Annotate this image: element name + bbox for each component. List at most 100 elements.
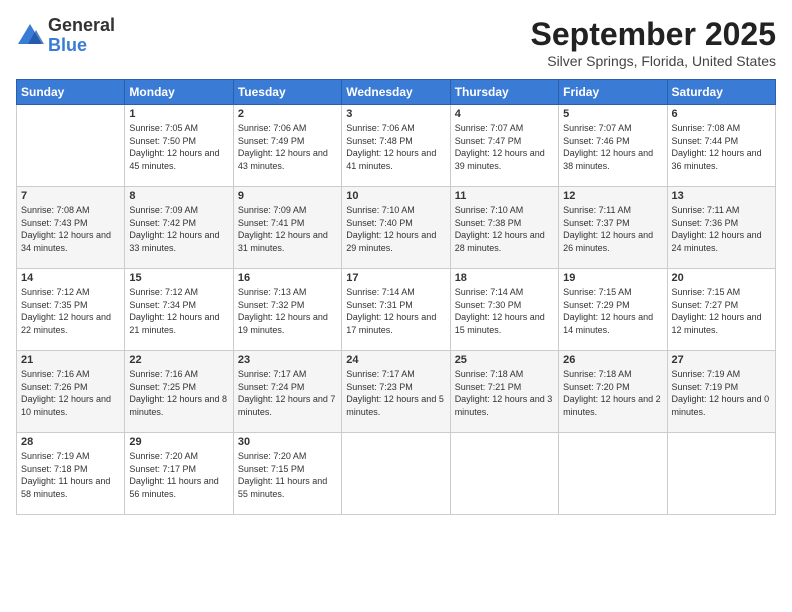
day-cell: 12 Sunrise: 7:11 AMSunset: 7:37 PMDayligh… (559, 187, 667, 269)
day-info: Sunrise: 7:06 AMSunset: 7:49 PMDaylight:… (238, 122, 337, 172)
day-info: Sunrise: 7:20 AMSunset: 7:15 PMDaylight:… (238, 450, 337, 500)
day-info: Sunrise: 7:11 AMSunset: 7:37 PMDaylight:… (563, 204, 662, 254)
day-cell: 20 Sunrise: 7:15 AMSunset: 7:27 PMDayligh… (667, 269, 775, 351)
week-row-5: 28 Sunrise: 7:19 AMSunset: 7:18 PMDayligh… (17, 433, 776, 515)
day-number: 1 (129, 108, 228, 120)
calendar-header: SundayMondayTuesdayWednesdayThursdayFrid… (17, 80, 776, 105)
day-cell: 8 Sunrise: 7:09 AMSunset: 7:42 PMDaylight… (125, 187, 233, 269)
day-number: 23 (238, 354, 337, 366)
day-info: Sunrise: 7:11 AMSunset: 7:36 PMDaylight:… (672, 204, 771, 254)
day-cell (450, 433, 558, 515)
day-cell: 27 Sunrise: 7:19 AMSunset: 7:19 PMDayligh… (667, 351, 775, 433)
day-info: Sunrise: 7:15 AMSunset: 7:27 PMDaylight:… (672, 286, 771, 336)
day-info: Sunrise: 7:06 AMSunset: 7:48 PMDaylight:… (346, 122, 445, 172)
day-cell: 6 Sunrise: 7:08 AMSunset: 7:44 PMDaylight… (667, 105, 775, 187)
day-info: Sunrise: 7:07 AMSunset: 7:46 PMDaylight:… (563, 122, 662, 172)
day-info: Sunrise: 7:10 AMSunset: 7:38 PMDaylight:… (455, 204, 554, 254)
day-info: Sunrise: 7:19 AMSunset: 7:18 PMDaylight:… (21, 450, 120, 500)
day-number: 6 (672, 108, 771, 120)
day-number: 20 (672, 272, 771, 284)
day-number: 7 (21, 190, 120, 202)
day-cell: 7 Sunrise: 7:08 AMSunset: 7:43 PMDaylight… (17, 187, 125, 269)
day-cell: 15 Sunrise: 7:12 AMSunset: 7:34 PMDayligh… (125, 269, 233, 351)
day-number: 14 (21, 272, 120, 284)
day-number: 19 (563, 272, 662, 284)
day-cell: 10 Sunrise: 7:10 AMSunset: 7:40 PMDayligh… (342, 187, 450, 269)
day-cell (559, 433, 667, 515)
day-cell: 29Sunrise: 7:20 AMSunset: 7:17 PMDayligh… (125, 433, 233, 515)
month-title: September 2025 (531, 16, 776, 53)
logo-general: General (48, 16, 115, 36)
header-row: SundayMondayTuesdayWednesdayThursdayFrid… (17, 80, 776, 105)
day-number: 17 (346, 272, 445, 284)
day-info: Sunrise: 7:19 AMSunset: 7:19 PMDaylight:… (672, 368, 771, 418)
day-number: 2 (238, 108, 337, 120)
day-info: Sunrise: 7:18 AMSunset: 7:21 PMDaylight:… (455, 368, 554, 418)
day-cell: 18 Sunrise: 7:14 AMSunset: 7:30 PMDayligh… (450, 269, 558, 351)
day-info: Sunrise: 7:17 AMSunset: 7:24 PMDaylight:… (238, 368, 337, 418)
day-cell (17, 105, 125, 187)
day-number: 26 (563, 354, 662, 366)
day-cell: 24Sunrise: 7:17 AMSunset: 7:23 PMDayligh… (342, 351, 450, 433)
day-cell: 13 Sunrise: 7:11 AMSunset: 7:36 PMDayligh… (667, 187, 775, 269)
day-number: 16 (238, 272, 337, 284)
day-cell: 9Sunrise: 7:09 AMSunset: 7:41 PMDaylight… (233, 187, 341, 269)
day-info: Sunrise: 7:14 AMSunset: 7:30 PMDaylight:… (455, 286, 554, 336)
day-cell: 28 Sunrise: 7:19 AMSunset: 7:18 PMDayligh… (17, 433, 125, 515)
day-cell: 1 Sunrise: 7:05 AMSunset: 7:50 PMDaylight… (125, 105, 233, 187)
header-wednesday: Wednesday (342, 80, 450, 105)
header-saturday: Saturday (667, 80, 775, 105)
day-cell (342, 433, 450, 515)
day-info: Sunrise: 7:08 AMSunset: 7:43 PMDaylight:… (21, 204, 120, 254)
week-row-3: 14Sunrise: 7:12 AMSunset: 7:35 PMDayligh… (17, 269, 776, 351)
day-number: 15 (129, 272, 228, 284)
day-info: Sunrise: 7:09 AMSunset: 7:42 PMDaylight:… (129, 204, 228, 254)
day-number: 24 (346, 354, 445, 366)
page: General Blue September 2025 Silver Sprin… (0, 0, 792, 612)
day-number: 12 (563, 190, 662, 202)
day-number: 10 (346, 190, 445, 202)
day-number: 27 (672, 354, 771, 366)
day-cell: 11 Sunrise: 7:10 AMSunset: 7:38 PMDayligh… (450, 187, 558, 269)
header: General Blue September 2025 Silver Sprin… (16, 16, 776, 69)
day-cell (667, 433, 775, 515)
logo: General Blue (16, 16, 115, 56)
day-number: 4 (455, 108, 554, 120)
day-info: Sunrise: 7:05 AMSunset: 7:50 PMDaylight:… (129, 122, 228, 172)
day-number: 18 (455, 272, 554, 284)
calendar-table: SundayMondayTuesdayWednesdayThursdayFrid… (16, 79, 776, 515)
day-info: Sunrise: 7:16 AMSunset: 7:26 PMDaylight:… (21, 368, 120, 418)
day-number: 11 (455, 190, 554, 202)
week-row-1: 1 Sunrise: 7:05 AMSunset: 7:50 PMDaylight… (17, 105, 776, 187)
day-cell: 17 Sunrise: 7:14 AMSunset: 7:31 PMDayligh… (342, 269, 450, 351)
day-number: 13 (672, 190, 771, 202)
header-tuesday: Tuesday (233, 80, 341, 105)
day-cell: 22Sunrise: 7:16 AMSunset: 7:25 PMDayligh… (125, 351, 233, 433)
day-number: 5 (563, 108, 662, 120)
day-number: 9 (238, 190, 337, 202)
day-cell: 5 Sunrise: 7:07 AMSunset: 7:46 PMDaylight… (559, 105, 667, 187)
day-info: Sunrise: 7:08 AMSunset: 7:44 PMDaylight:… (672, 122, 771, 172)
title-block: September 2025 Silver Springs, Florida, … (531, 16, 776, 69)
header-thursday: Thursday (450, 80, 558, 105)
logo-blue: Blue (48, 36, 115, 56)
logo-text: General Blue (48, 16, 115, 56)
day-info: Sunrise: 7:16 AMSunset: 7:25 PMDaylight:… (129, 368, 228, 418)
day-cell: 30Sunrise: 7:20 AMSunset: 7:15 PMDayligh… (233, 433, 341, 515)
day-cell: 14Sunrise: 7:12 AMSunset: 7:35 PMDayligh… (17, 269, 125, 351)
day-number: 3 (346, 108, 445, 120)
day-number: 28 (21, 436, 120, 448)
day-info: Sunrise: 7:15 AMSunset: 7:29 PMDaylight:… (563, 286, 662, 336)
day-number: 8 (129, 190, 228, 202)
day-number: 25 (455, 354, 554, 366)
day-cell: 26 Sunrise: 7:18 AMSunset: 7:20 PMDayligh… (559, 351, 667, 433)
day-info: Sunrise: 7:18 AMSunset: 7:20 PMDaylight:… (563, 368, 662, 418)
week-row-2: 7 Sunrise: 7:08 AMSunset: 7:43 PMDaylight… (17, 187, 776, 269)
day-info: Sunrise: 7:12 AMSunset: 7:34 PMDaylight:… (129, 286, 228, 336)
header-monday: Monday (125, 80, 233, 105)
day-info: Sunrise: 7:14 AMSunset: 7:31 PMDaylight:… (346, 286, 445, 336)
day-info: Sunrise: 7:10 AMSunset: 7:40 PMDaylight:… (346, 204, 445, 254)
day-number: 21 (21, 354, 120, 366)
location: Silver Springs, Florida, United States (531, 53, 776, 69)
week-row-4: 21 Sunrise: 7:16 AMSunset: 7:26 PMDayligh… (17, 351, 776, 433)
